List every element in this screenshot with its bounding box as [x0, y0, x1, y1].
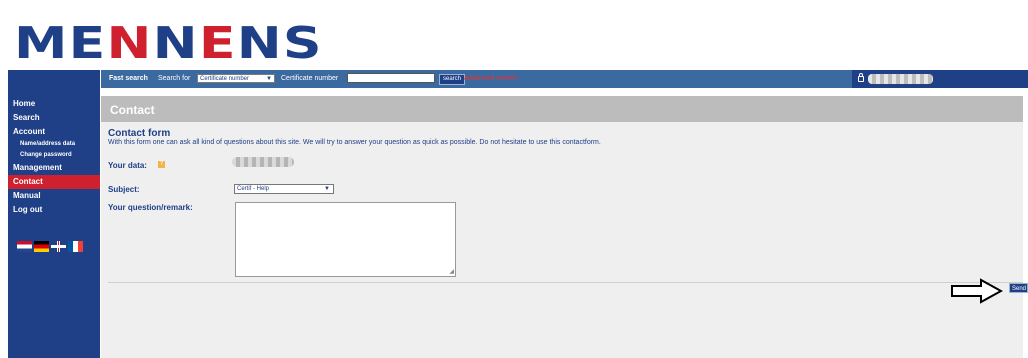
search-type-select[interactable]: Certificate number ▼ [197, 74, 275, 83]
form-title: Contact form [108, 128, 171, 139]
sidebar-item-search[interactable]: Search [8, 111, 100, 125]
page-title: Contact [110, 103, 155, 117]
send-button[interactable]: Send [1009, 283, 1028, 293]
lock-icon [858, 73, 864, 82]
form-divider [108, 282, 1023, 283]
certificate-number-label: Certificate number [281, 75, 339, 82]
sidebar-item-change-password[interactable]: Change password [8, 150, 100, 161]
de-flag-icon[interactable] [34, 241, 49, 252]
language-flags [17, 241, 83, 252]
sidebar-nav: Home Search Account Name/address data Ch… [8, 97, 100, 217]
chevron-down-icon: ▼ [324, 186, 330, 192]
sidebar-item-contact[interactable]: Contact [8, 175, 100, 189]
help-icon[interactable]: ? [158, 161, 165, 168]
user-box [852, 70, 1028, 88]
search-button[interactable]: search [439, 74, 466, 85]
subject-label: Subject: [108, 185, 140, 194]
sidebar-item-home[interactable]: Home [8, 97, 100, 111]
resize-grip-icon[interactable]: ◢ [449, 269, 454, 275]
user-name-redacted [868, 74, 933, 84]
mennens-logo: MENNENS [14, 18, 323, 69]
fast-search-label: Fast search [109, 75, 148, 82]
uk-flag-icon[interactable] [51, 241, 66, 252]
question-label: Your question/remark: [108, 203, 193, 212]
search-type-value: Certificate number [200, 76, 250, 82]
header: MENNENS [0, 0, 1028, 68]
sidebar: Home Search Account Name/address data Ch… [8, 70, 100, 358]
form-description: With this form one can ask all kind of q… [108, 139, 601, 146]
sidebar-item-account[interactable]: Account [8, 125, 100, 139]
contact-form: Contact form With this form one can ask … [101, 122, 1023, 358]
right-arrow-icon [951, 278, 1003, 304]
your-data-label: Your data: [108, 161, 147, 170]
question-textarea[interactable]: ◢ [235, 202, 456, 277]
advanced-search-link[interactable]: advanced search [464, 75, 517, 82]
chevron-down-icon: ▼ [266, 76, 272, 82]
search-for-label: Search for [158, 75, 191, 82]
subject-select[interactable]: Certif - Help ▼ [234, 184, 334, 194]
sidebar-item-name-address-data[interactable]: Name/address data [8, 139, 100, 150]
nl-flag-icon[interactable] [17, 241, 32, 252]
fr-flag-icon[interactable] [68, 241, 83, 252]
search-input[interactable] [347, 73, 435, 83]
page-title-bar: Contact [101, 96, 1023, 122]
your-data-redacted [232, 157, 294, 167]
sidebar-item-management[interactable]: Management [8, 161, 100, 175]
sidebar-item-log-out[interactable]: Log out [8, 203, 100, 217]
subject-value: Certif - Help [237, 186, 270, 192]
sidebar-item-manual[interactable]: Manual [8, 189, 100, 203]
